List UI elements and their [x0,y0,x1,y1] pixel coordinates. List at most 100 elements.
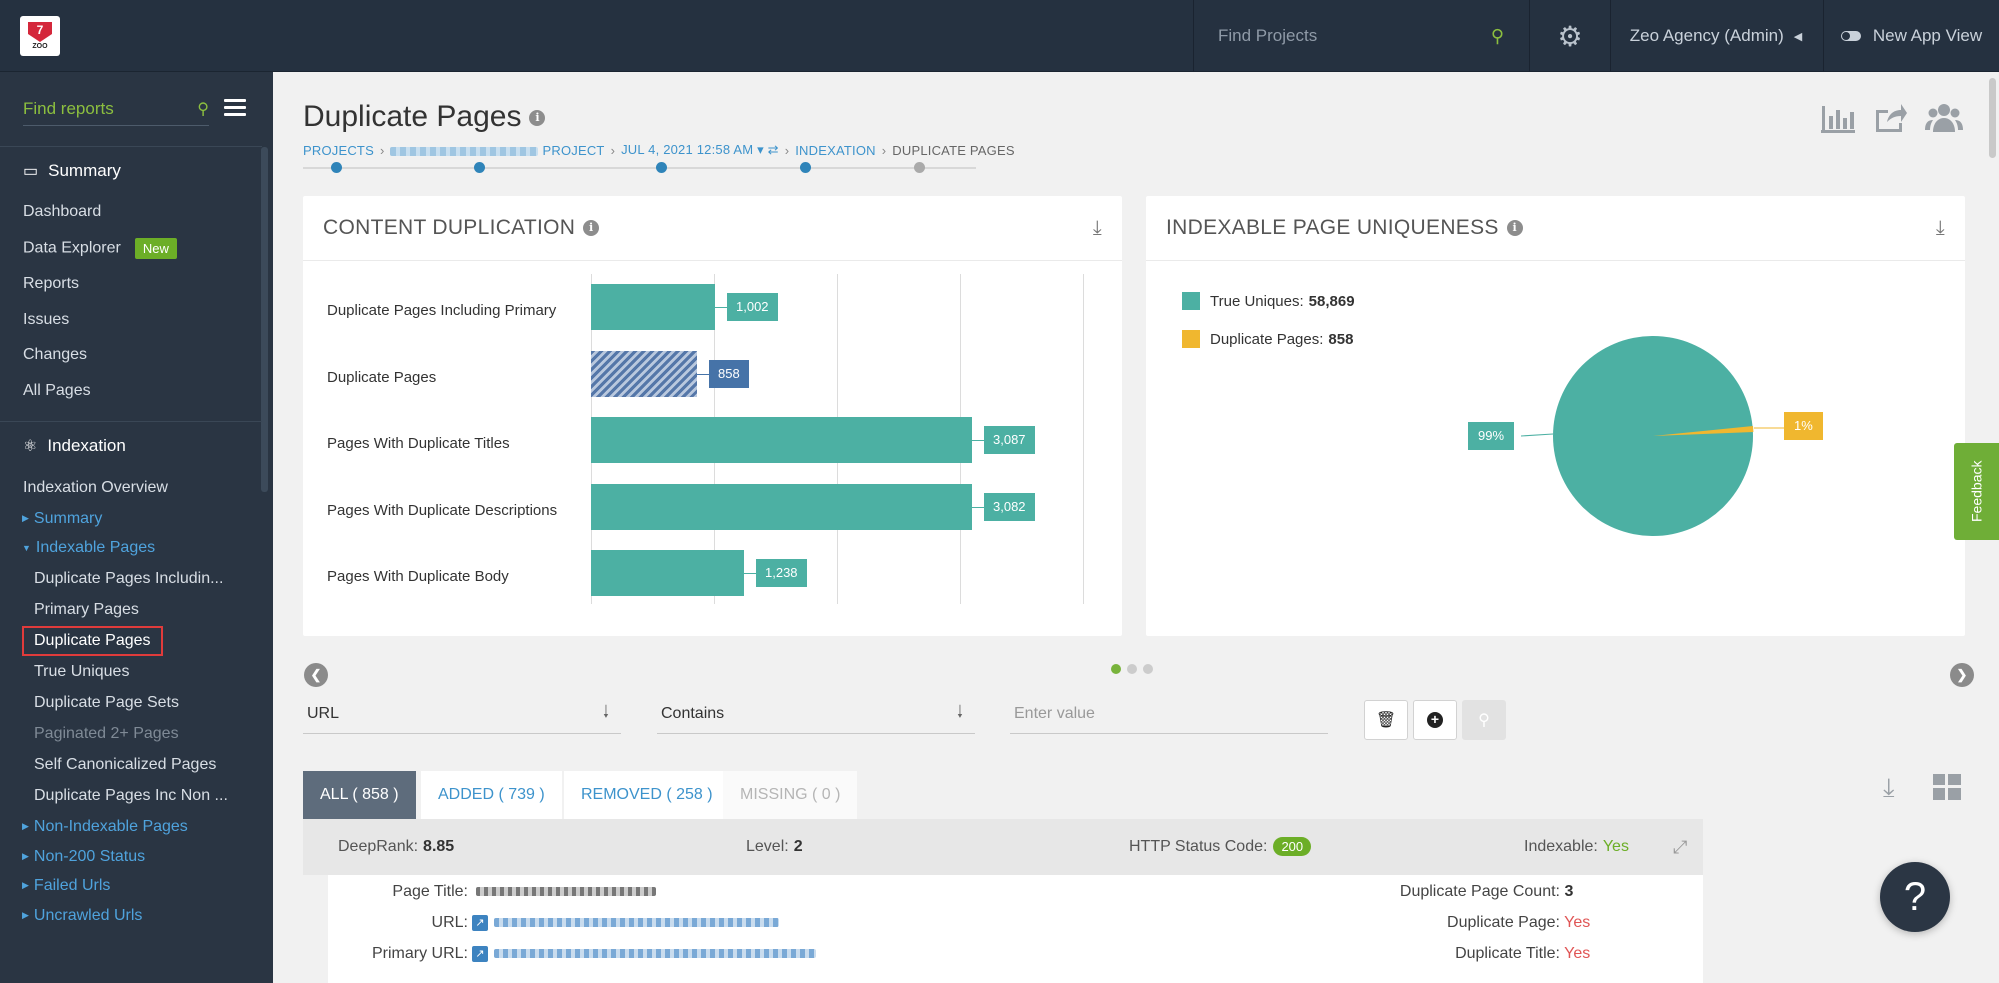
sidebar-item-all-pages[interactable]: All Pages [23,382,91,400]
sidebar-sub-dup-page-sets[interactable]: Duplicate Page Sets [34,694,179,712]
tree-uncrawled-urls[interactable]: ▶ Uncrawled Urls [22,907,142,925]
sidebar-item-dashboard[interactable]: Dashboard [23,203,101,221]
dup-page-label: Duplicate Page: [1447,914,1560,931]
sidebar-sub-dup-incl-primary[interactable]: Duplicate Pages Includin... [34,570,223,588]
sidebar-item-data-explorer[interactable]: Data Explorer New [23,238,177,259]
carousel-dot[interactable] [1127,664,1137,674]
indexable: Indexable: Yes [1524,838,1629,856]
tab-missing[interactable]: MISSING ( 0 ) [723,771,858,819]
delete-filter-button[interactable]: 🗑 [1364,700,1408,740]
breadcrumb-project[interactable]: PROJECT [390,143,604,158]
deeprank-value: 8.85 [423,838,455,855]
tree-non-200[interactable]: ▶ Non-200 Status [22,848,145,866]
tab-all[interactable]: ALL ( 858 ) [303,771,416,819]
summary-heading[interactable]: ▭ Summary [23,161,121,181]
tree-indexable-pages[interactable]: ▼ Indexable Pages [22,539,155,557]
sidebar-sub-duplicate-pages[interactable]: Duplicate Pages [22,626,163,656]
users-icon[interactable] [1925,100,1963,142]
carousel-dot-active[interactable] [1111,664,1121,674]
sidebar-sub-self-canonicalized[interactable]: Self Canonicalized Pages [34,756,216,774]
chevron-right-icon: › [881,142,887,158]
carousel-prev-icon[interactable]: ❮ [304,663,328,687]
pie-label-1: 1% [1784,412,1823,440]
breadcrumb-dot [474,162,485,173]
new-app-view-toggle[interactable]: New App View [1824,0,1999,72]
feedback-tab[interactable]: Feedback [1954,443,1999,540]
new-badge: New [134,238,177,259]
http-label: HTTP Status Code: [1129,838,1268,855]
bar-dup-incl-primary[interactable] [591,284,715,330]
download-icon[interactable]: ⤓ [1936,217,1945,240]
breadcrumb-projects[interactable]: PROJECTS [303,143,374,158]
deepcrawl-logo[interactable]: 7 ZOO [20,16,60,56]
grid-view-icon[interactable] [1933,774,1961,808]
find-projects-input[interactable]: Find Projects ⚲ [1194,0,1528,72]
tab-removed[interactable]: REMOVED ( 258 ) [564,771,730,819]
filter-value-input[interactable]: Enter value [1010,694,1328,734]
indexation-icon: ⚛ [23,438,38,455]
expand-icon[interactable]: ⤢ [1673,837,1687,858]
find-reports-input[interactable]: Find reports ⚲ [23,92,209,126]
search-icon[interactable]: ⚲ [197,99,209,119]
detail-primary-url: Primary URL: ↗ [328,945,816,963]
bar-duplicate-pages[interactable] [591,351,697,397]
card-header: INDEXABLE PAGE UNIQUENESS i ⤓ [1146,196,1965,261]
primary-url-label: Primary URL: [371,945,468,962]
legend-true-uniques[interactable]: True Uniques: 58,869 [1182,292,1355,310]
result-row-summary[interactable]: DeepRank: 8.85 Level: 2 HTTP Status Code: 2… [303,819,1703,875]
info-icon[interactable]: i [583,220,600,236]
search-icon[interactable]: ⚲ [1491,26,1504,47]
search-icon: ⚲ [1478,712,1490,729]
bar-dup-body[interactable] [591,550,744,596]
external-link-icon[interactable]: ↗ [472,914,488,931]
download-icon[interactable]: ⤓ [1883,772,1895,804]
share-icon[interactable] [1873,100,1907,142]
sidebar-sub-primary-pages[interactable]: Primary Pages [34,601,139,619]
sidebar-item-issues[interactable]: Issues [23,311,69,329]
download-icon[interactable]: ⤓ [1093,217,1102,240]
help-button[interactable]: ? [1880,862,1950,932]
filter-operator-select[interactable]: Contains 🠓 [657,694,975,734]
redacted-project-name [390,146,539,156]
info-icon[interactable]: i [529,110,546,127]
tree-summary[interactable]: ▶ Summary [22,510,102,528]
result-row-details: Page Title: URL: ↗ Primary URL: ↗ Duplicat… [328,875,1703,983]
card-header: CONTENT DUPLICATION i ⤓ [303,196,1122,261]
carousel-dot[interactable] [1143,664,1153,674]
sidebar-item-changes[interactable]: Changes [23,346,87,364]
tab-added[interactable]: ADDED ( 739 ) [421,771,562,819]
sidebar-item-reports[interactable]: Reports [23,275,79,293]
tree-summary-label: Summary [33,510,103,527]
settings-gear-icon[interactable]: ⚙ [1530,0,1610,72]
scrollbar-thumb[interactable] [1989,78,1996,158]
breadcrumb-indexation[interactable]: INDEXATION [795,143,876,158]
dup-page-value: Yes [1564,914,1591,931]
tree-failed-urls[interactable]: ▶ Failed Urls [22,877,110,895]
info-icon[interactable]: i [1506,220,1523,236]
bar-dup-descriptions[interactable] [591,484,972,530]
legend-value: 858 [1328,330,1354,348]
breadcrumb-crawl-date[interactable]: JUL 4, 2021 12:58 AM ▾ ⇄ [621,142,779,158]
redacted-url[interactable] [494,949,816,959]
breadcrumb-dot [331,162,342,173]
sidebar-scrollbar[interactable] [261,147,268,492]
chart-view-icon[interactable] [1819,100,1857,142]
tree-non-indexable[interactable]: ▶ Non-Indexable Pages [22,818,188,836]
apply-search-button[interactable]: ⚲ [1462,700,1506,740]
carousel-next-icon[interactable]: ❯ [1950,663,1974,687]
arrow-down-icon: 🠓 [956,702,963,721]
account-menu[interactable]: Zeo Agency (Admin) ◀ [1610,0,1822,72]
bar-dup-titles[interactable] [591,417,972,463]
add-filter-button[interactable]: + [1413,700,1457,740]
indexation-heading[interactable]: ⚛ Indexation [23,436,126,456]
hamburger-menu-icon[interactable] [224,99,246,117]
sidebar-sub-dup-inc-non[interactable]: Duplicate Pages Inc Non ... [34,787,228,805]
legend-duplicate-pages[interactable]: Duplicate Pages: 858 [1182,330,1353,348]
gridline [1083,274,1084,604]
redacted-url[interactable] [494,918,779,928]
external-link-icon[interactable]: ↗ [472,945,488,962]
sidebar-item-indexation-overview[interactable]: Indexation Overview [23,479,168,497]
filter-field-select[interactable]: URL 🠓 [303,694,621,734]
sidebar-sub-true-uniques[interactable]: True Uniques [34,663,129,681]
indexation-heading-label: Indexation [47,436,126,455]
